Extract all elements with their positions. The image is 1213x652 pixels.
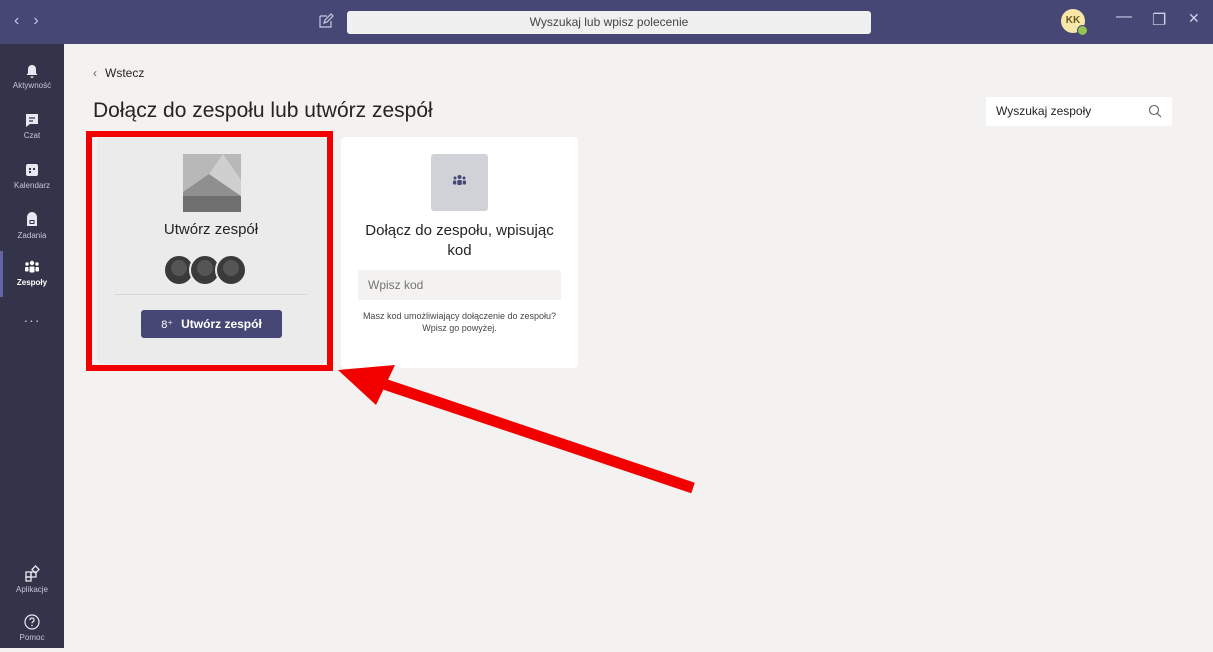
- title-bar: ‹› Wyszukaj lub wpisz polecenie KK — ❐ ✕: [0, 0, 1213, 44]
- rail-item-chat[interactable]: Czat: [0, 104, 64, 150]
- teams-icon: [453, 175, 466, 185]
- minimize-icon[interactable]: —: [1116, 8, 1132, 26]
- team-search-placeholder: Wyszukaj zespoły: [996, 104, 1092, 118]
- rail-item-label: Zadania: [17, 231, 47, 240]
- forward-arrow-icon[interactable]: ›: [33, 12, 52, 29]
- rail-item-label: Czat: [23, 131, 41, 140]
- back-label: Wstecz: [105, 66, 145, 80]
- back-link[interactable]: ‹ Wstecz: [93, 66, 144, 80]
- rail-item-help[interactable]: Pomoc: [0, 606, 64, 652]
- command-search-input[interactable]: Wyszukaj lub wpisz polecenie: [347, 11, 871, 34]
- avatar-initials: KK: [1065, 15, 1081, 26]
- app-bar: Aktywność Czat Kalendarz Zadania Zespoły…: [0, 44, 64, 648]
- join-team-image: [431, 154, 488, 211]
- join-team-card: Dołącz do zespołu, wpisując kod Masz kod…: [341, 137, 578, 368]
- assignments-icon: [27, 212, 37, 226]
- close-icon[interactable]: ✕: [1188, 10, 1200, 27]
- search-icon[interactable]: [1148, 104, 1162, 118]
- chat-icon: [26, 114, 38, 127]
- rail-item-label: Aplikacje: [15, 585, 48, 594]
- page-title: Dołącz do zespołu lub utwórz zespół: [93, 99, 433, 122]
- more-apps-icon[interactable]: ···: [0, 312, 64, 328]
- teams-icon: [25, 260, 39, 273]
- join-team-title: Dołącz do zespołu, wpisując kod: [365, 222, 554, 259]
- calendar-icon: [26, 164, 38, 176]
- rail-item-label: Zespoły: [16, 278, 48, 287]
- rail-item-apps[interactable]: Aplikacje: [0, 558, 64, 604]
- compose-icon[interactable]: [318, 13, 334, 29]
- rail-item-label: Kalendarz: [13, 181, 51, 190]
- rail-item-assignments[interactable]: Zadania: [0, 204, 64, 250]
- bell-icon: [26, 65, 38, 78]
- rail-item-activity[interactable]: Aktywność: [0, 54, 64, 100]
- join-help-text: Masz kod umożliwiający dołączenie do zes…: [362, 311, 557, 333]
- rail-item-teams[interactable]: Zespoły: [0, 251, 64, 297]
- restore-icon[interactable]: ❐: [1152, 10, 1166, 30]
- help-icon: [24, 614, 40, 630]
- user-avatar[interactable]: KK: [1061, 9, 1088, 36]
- rail-item-label: Pomoc: [19, 633, 45, 642]
- presence-status-icon: [1077, 25, 1088, 36]
- chevron-left-icon: ‹: [93, 66, 97, 80]
- rail-item-label: Aktywność: [12, 81, 52, 90]
- apps-icon: [25, 565, 40, 582]
- team-code-input[interactable]: [358, 270, 561, 300]
- history-nav: ‹›: [14, 12, 53, 30]
- back-arrow-icon[interactable]: ‹: [14, 12, 33, 29]
- team-search-input[interactable]: Wyszukaj zespoły: [986, 97, 1172, 126]
- rail-item-calendar[interactable]: Kalendarz: [0, 154, 64, 200]
- highlight-box: [86, 131, 333, 371]
